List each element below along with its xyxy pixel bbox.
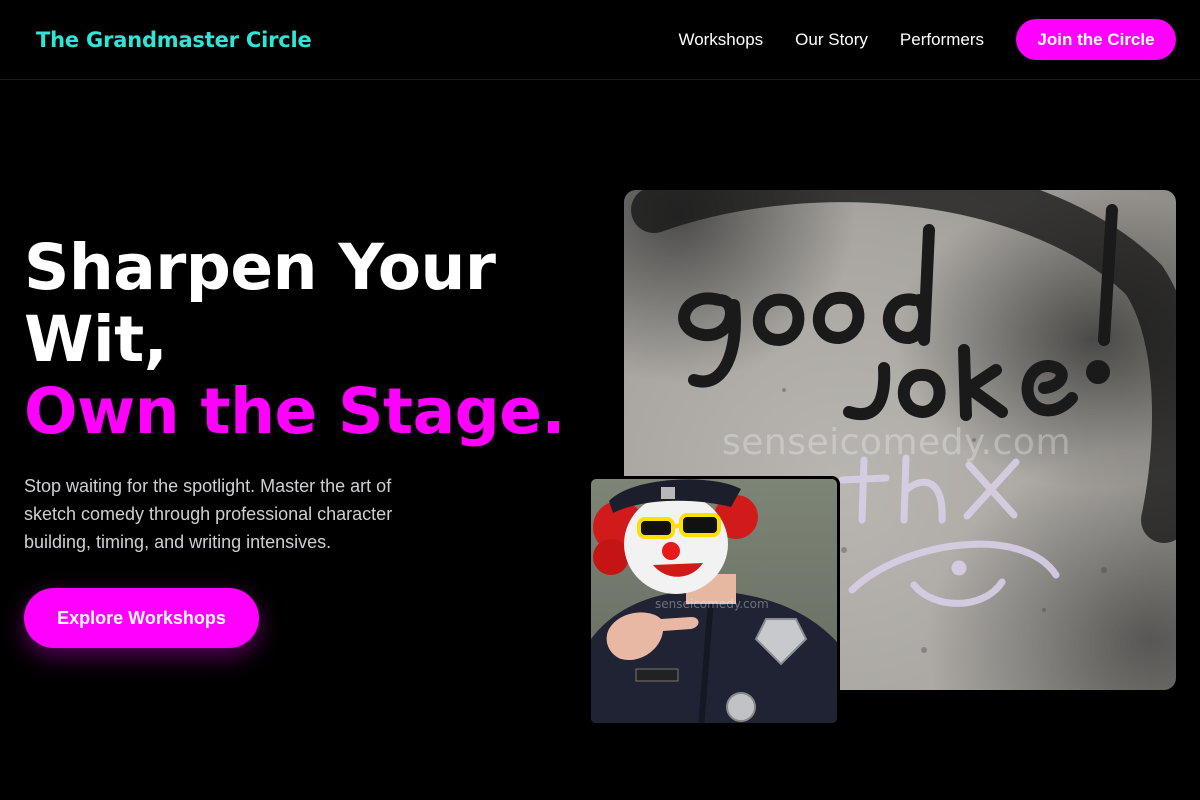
explore-workshops-button[interactable]: Explore Workshops <box>24 588 259 648</box>
nav-link-workshops[interactable]: Workshops <box>678 30 763 50</box>
nav-link-our-story[interactable]: Our Story <box>795 30 868 50</box>
hero-title-accent: Own the Stage. <box>24 375 565 448</box>
top-navigation-bar: The Grandmaster Circle Workshops Our Sto… <box>0 0 1200 80</box>
hero-title: Sharpen Your Wit, Own the Stage. <box>24 232 584 448</box>
hero-description: Stop waiting for the spotlight. Master t… <box>24 476 393 552</box>
main-nav: Workshops Our Story Performers Join the … <box>678 19 1176 60</box>
wall-watermark: senseicomedy.com <box>722 422 1072 463</box>
hero-title-line-2: Wit, <box>24 303 168 376</box>
clown-watermark: senseicomedy.com <box>655 597 769 611</box>
nav-link-performers[interactable]: Performers <box>900 30 984 50</box>
join-circle-button[interactable]: Join the Circle <box>1016 19 1176 60</box>
hero-title-line-1: Sharpen Your <box>24 231 496 304</box>
clown-cop-image: senseicomedy.com <box>588 476 840 726</box>
brand-logo[interactable]: The Grandmaster Circle <box>36 28 312 52</box>
